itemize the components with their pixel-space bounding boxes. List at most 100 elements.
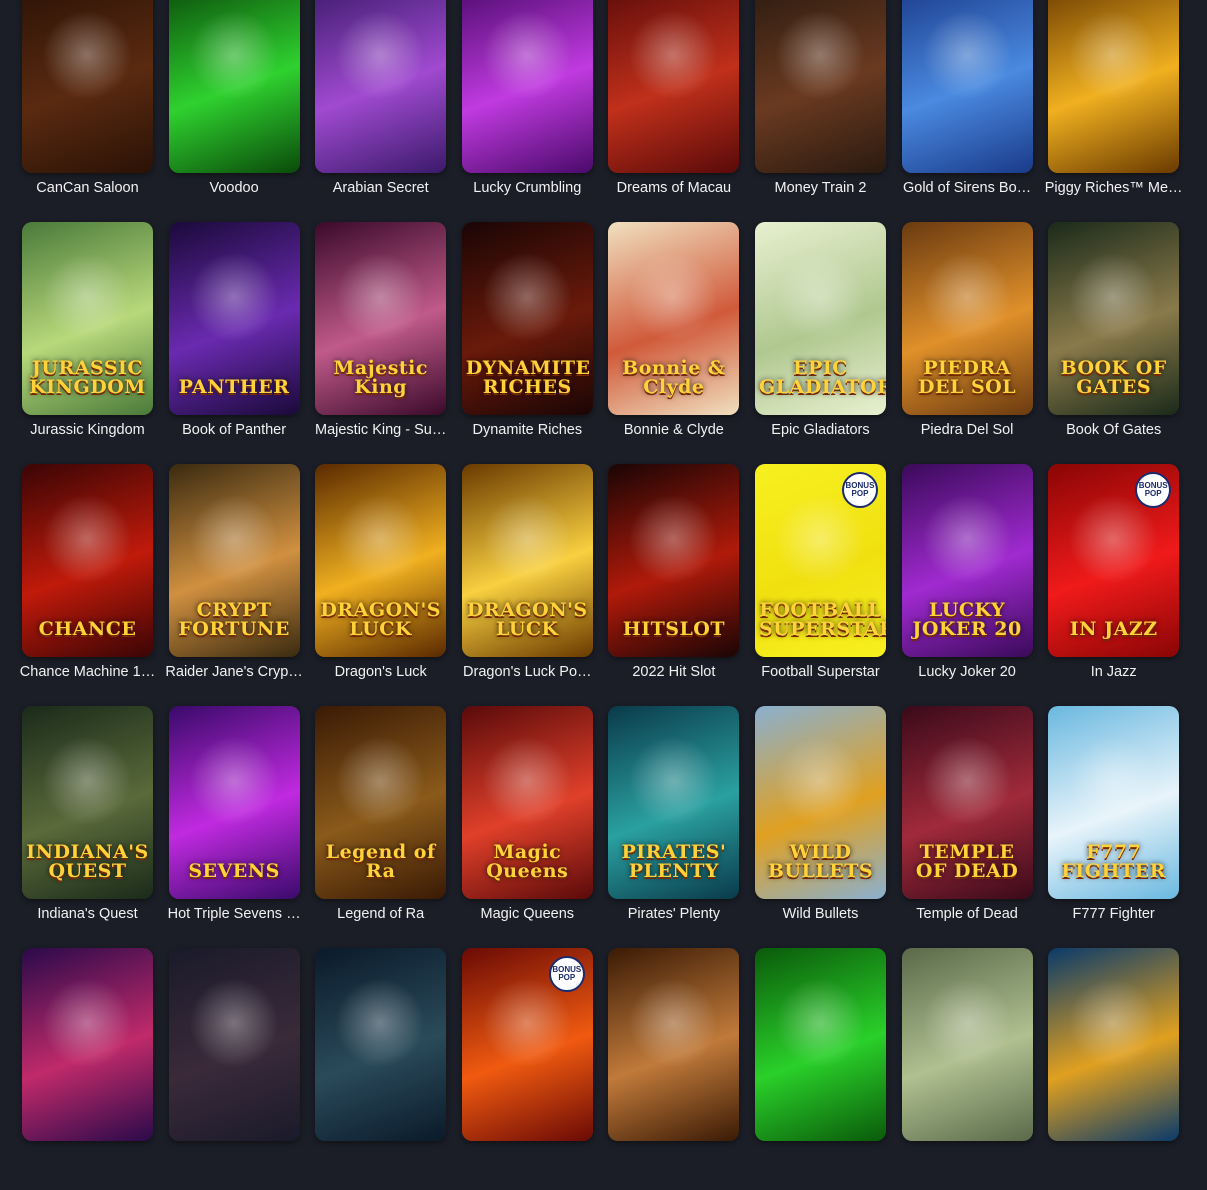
game-tile[interactable]: INDIANA'S QUEST Indiana's Quest [22,706,153,948]
game-tile[interactable]: HITSLOT 2022 Hit Slot [608,464,740,706]
game-title[interactable]: Temple of Dead [896,906,1039,922]
game-thumbnail[interactable]: TEMPLE OF DEAD [901,706,1033,899]
game-title[interactable]: Magic Queens [456,906,599,922]
game-tile[interactable] [315,948,447,1190]
game-thumbnail[interactable]: Bonnie & Clyde [608,222,740,415]
game-tile[interactable] [1048,948,1180,1190]
game-tile[interactable]: Piggy Riches™ Me… [1045,0,1183,222]
game-thumbnail[interactable]: Magic Queens [461,706,593,899]
game-title[interactable]: CanCan Saloon [16,180,159,196]
game-title[interactable]: Lucky Crumbling [456,180,599,196]
game-tile[interactable] [754,948,886,1190]
game-tile[interactable]: PIRATES' PLENTY Pirates' Plenty [608,706,740,948]
game-thumbnail[interactable]: PIEDRA DEL SOL [901,222,1033,415]
game-thumbnail[interactable] [461,0,593,173]
game-thumbnail[interactable]: PANTHER [168,222,300,415]
game-title[interactable]: Wild Bullets [749,906,892,922]
game-tile[interactable]: BONUS POP [461,948,593,1190]
game-tile[interactable]: F777 FIGHTER F777 Fighter [1048,706,1180,948]
game-title[interactable]: Voodoo [163,180,306,196]
game-title[interactable]: Epic Gladiators [749,422,892,438]
game-title[interactable]: Arabian Secret [309,180,452,196]
game-thumbnail[interactable] [168,948,300,1141]
game-title[interactable]: Piedra Del Sol [896,422,1039,438]
game-title[interactable]: Bonnie & Clyde [602,422,745,438]
game-tile[interactable] [901,948,1033,1190]
game-thumbnail[interactable] [901,0,1033,173]
game-tile[interactable]: DRAGON'S LUCK Dragon's Luck Po… [461,464,593,706]
game-tile[interactable]: CanCan Saloon [22,0,153,222]
game-thumbnail[interactable]: FOOTBALL SUPERSTAR BONUS POP [754,464,886,657]
game-thumbnail[interactable]: DRAGON'S LUCK [461,464,593,657]
game-title[interactable]: Dynamite Riches [456,422,599,438]
game-tile[interactable]: Arabian Secret [315,0,447,222]
game-thumbnail[interactable]: Legend of Ra [315,706,447,899]
game-title[interactable]: Pirates' Plenty [602,906,745,922]
game-thumbnail[interactable]: CHANCE [22,464,153,657]
game-thumbnail[interactable] [1048,948,1180,1141]
game-tile[interactable]: BOOK OF GATES Book Of Gates [1048,222,1180,464]
game-thumbnail[interactable] [608,0,740,173]
game-title[interactable]: Chance Machine 1… [16,664,159,680]
game-tile[interactable]: TEMPLE OF DEAD Temple of Dead [901,706,1033,948]
game-thumbnail[interactable] [608,948,740,1141]
game-thumbnail[interactable] [1048,0,1180,173]
game-thumbnail[interactable] [901,948,1033,1141]
game-thumbnail[interactable]: BOOK OF GATES [1048,222,1180,415]
game-tile[interactable]: SEVENS Hot Triple Sevens … [168,706,301,948]
game-tile[interactable] [168,948,300,1190]
game-tile[interactable]: PANTHER Book of Panther [168,222,300,464]
game-thumbnail[interactable]: HITSLOT [608,464,740,657]
game-tile[interactable] [22,948,153,1190]
game-thumbnail[interactable] [315,948,447,1141]
game-title[interactable]: Majestic King - Su… [309,422,452,438]
game-thumbnail[interactable]: EPIC GLADIATORS [754,222,886,415]
game-thumbnail[interactable]: Majestic King [315,222,447,415]
game-title[interactable]: Jurassic Kingdom [16,422,159,438]
game-thumbnail[interactable]: DYNAMITE RICHES [461,222,593,415]
game-thumbnail[interactable]: LUCKY JOKER 20 [901,464,1033,657]
game-tile[interactable]: Bonnie & Clyde Bonnie & Clyde [608,222,740,464]
game-title[interactable]: Hot Triple Sevens … [163,906,306,922]
game-tile[interactable]: Legend of Ra Legend of Ra [315,706,447,948]
game-title[interactable]: Dragon's Luck Po… [456,664,599,680]
game-tile[interactable]: Money Train 2 [754,0,886,222]
game-thumbnail[interactable]: DRAGON'S LUCK [315,464,447,657]
game-tile[interactable]: Voodoo [168,0,300,222]
game-tile[interactable]: Lucky Crumbling [461,0,593,222]
game-tile[interactable]: CHANCE Chance Machine 1… [20,464,155,706]
game-title[interactable]: Dreams of Macau [602,180,745,196]
game-title[interactable]: Football Superstar [749,664,892,680]
game-title[interactable]: Book of Panther [163,422,306,438]
game-tile[interactable] [608,948,740,1190]
game-title[interactable]: Money Train 2 [749,180,892,196]
game-thumbnail[interactable]: SEVENS [168,706,300,899]
game-thumbnail[interactable]: WILD BULLETS [754,706,886,899]
game-thumbnail[interactable]: F777 FIGHTER [1048,706,1180,899]
game-title[interactable]: Book Of Gates [1042,422,1185,438]
game-tile[interactable]: DYNAMITE RICHES Dynamite Riches [461,222,593,464]
game-tile[interactable]: Gold of Sirens Bo… [901,0,1033,222]
game-tile[interactable]: WILD BULLETS Wild Bullets [754,706,886,948]
game-title[interactable]: Piggy Riches™ Me… [1042,180,1185,196]
game-title[interactable]: Raider Jane's Cryp… [163,664,306,680]
game-title[interactable]: Gold of Sirens Bo… [896,180,1039,196]
game-thumbnail[interactable]: IN JAZZ BONUS POP [1048,464,1180,657]
game-thumbnail[interactable]: BONUS POP [461,948,593,1141]
game-tile[interactable]: EPIC GLADIATORSEpic Gladiators [754,222,886,464]
game-title[interactable]: In Jazz [1042,664,1185,680]
game-tile[interactable]: CRYPT FORTUNE Raider Jane's Cryp… [165,464,303,706]
game-thumbnail[interactable] [22,0,153,173]
game-thumbnail[interactable]: PIRATES' PLENTY [608,706,740,899]
game-tile[interactable]: JURASSIC KINGDOM Jurassic Kingdom [22,222,153,464]
game-title[interactable]: Dragon's Luck [309,664,452,680]
game-thumbnail[interactable]: JURASSIC KINGDOM [22,222,153,415]
game-title[interactable]: Lucky Joker 20 [896,664,1039,680]
game-thumbnail[interactable] [754,0,886,173]
game-title[interactable]: F777 Fighter [1042,906,1185,922]
game-tile[interactable]: PIEDRA DEL SOL Piedra Del Sol [901,222,1033,464]
game-tile[interactable]: Dreams of Macau [608,0,740,222]
game-tile[interactable]: LUCKY JOKER 20 Lucky Joker 20 [901,464,1033,706]
game-tile[interactable]: Magic Queens Magic Queens [461,706,593,948]
game-thumbnail[interactable]: CRYPT FORTUNE [168,464,300,657]
